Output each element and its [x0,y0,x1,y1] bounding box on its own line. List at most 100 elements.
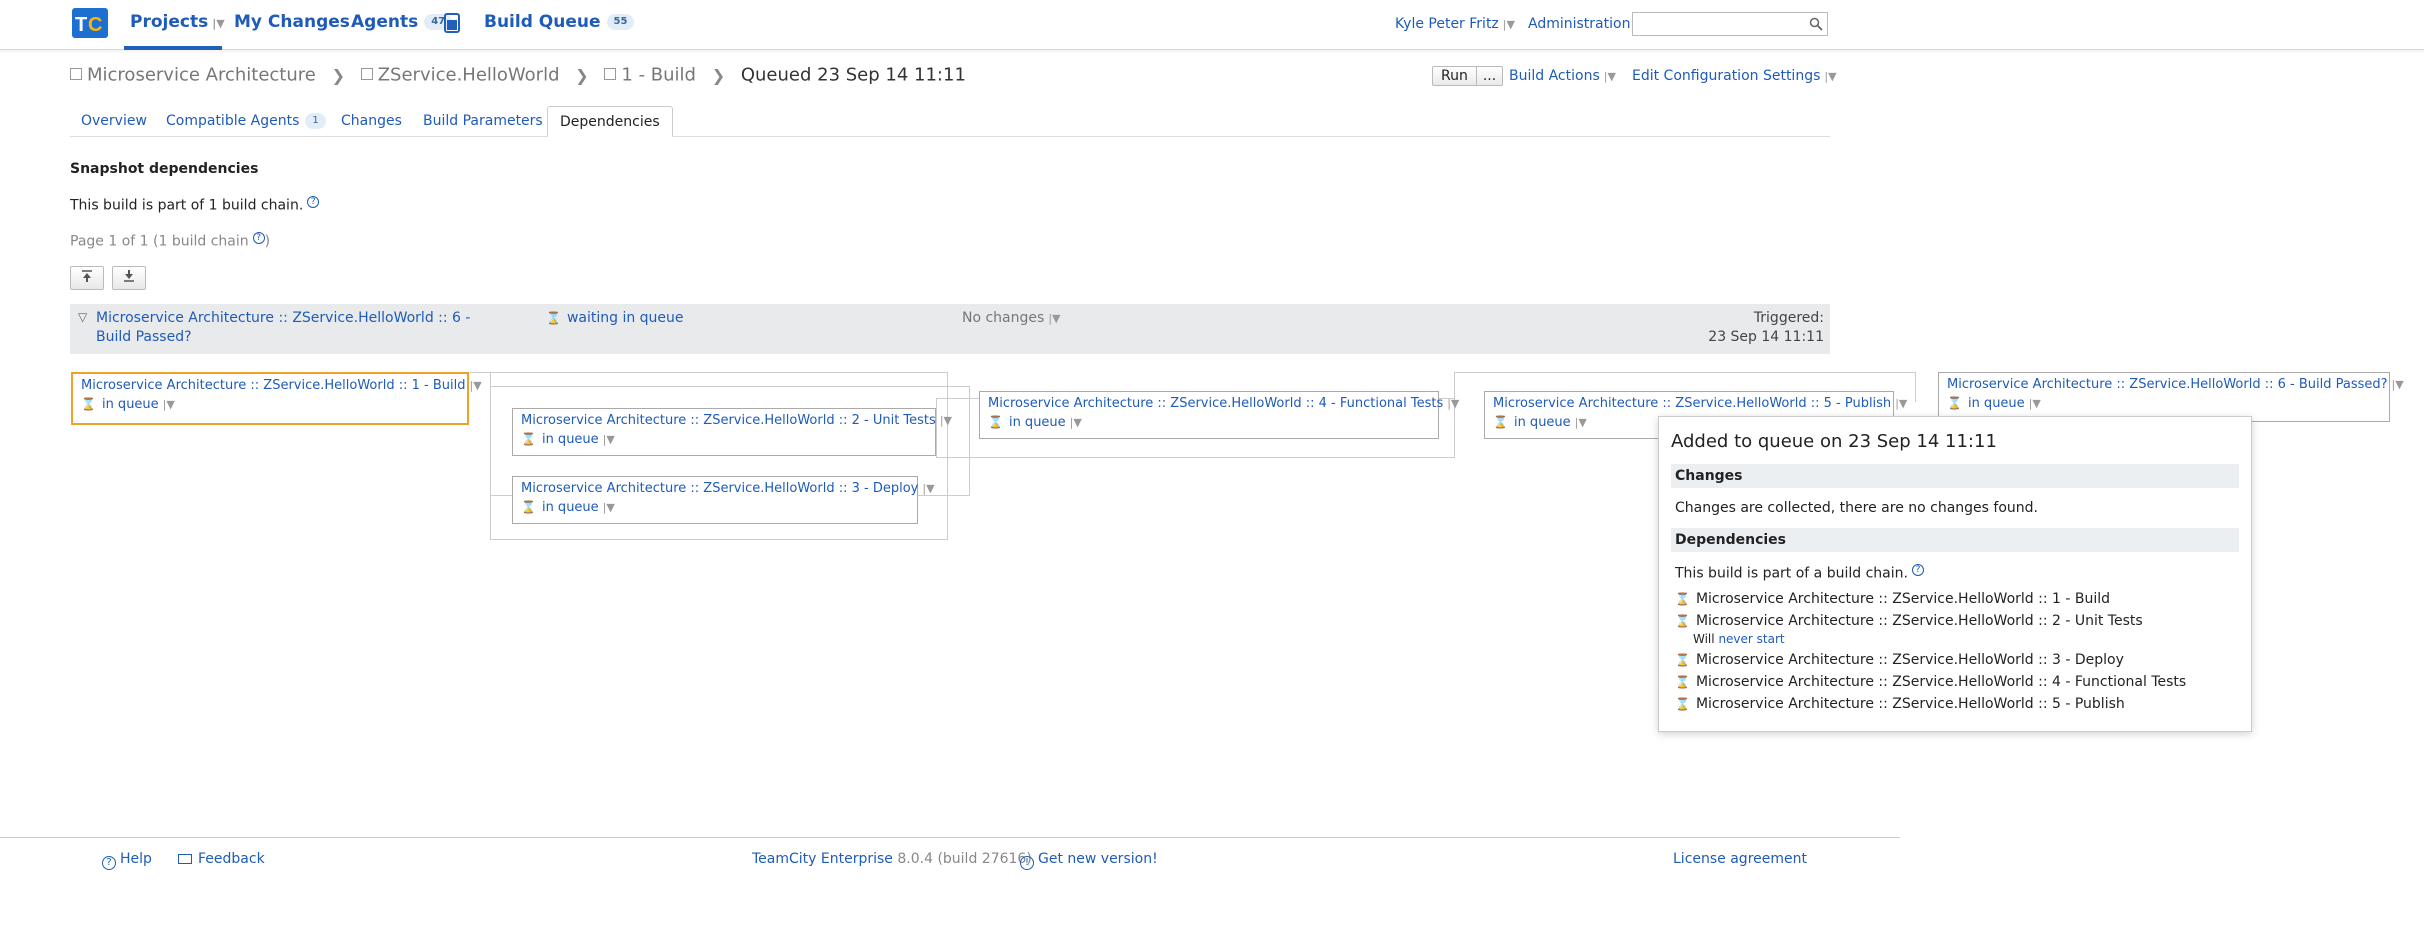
footer-feedback[interactable]: Feedback [178,851,265,867]
search-input[interactable] [1633,13,1803,35]
breadcrumb-build-config-link[interactable]: 1 - Build [621,65,696,86]
build-actions-dropdown-icon[interactable]: |▼ [1604,70,1616,83]
projects-dropdown-icon[interactable]: |▼ [212,17,224,30]
build-actions-menu[interactable]: Build Actions |▼ [1509,68,1616,84]
queue-info-popup: Added to queue on 23 Sep 14 11:11 Change… [1658,416,2252,732]
status-dropdown-icon[interactable]: |▼ [1575,416,1587,429]
chain-status-link[interactable]: waiting in queue [567,310,684,326]
build-node-6[interactable]: Microservice Architecture :: ZService.He… [1938,372,2404,422]
tab-dependencies-label: Dependencies [560,114,660,130]
hourglass-icon: ⌛ [1675,613,1690,628]
node-dropdown-icon[interactable]: |▼ [922,482,934,495]
collapse-all-icon [82,270,92,282]
help-link[interactable]: Help [120,851,152,867]
help-icon[interactable]: ? [252,232,265,244]
build-node-status[interactable]: in queue [102,397,159,412]
tab-overview[interactable]: Overview [81,106,147,137]
new-version-link[interactable]: Get new version! [1038,851,1158,867]
svg-text:C: C [88,14,102,36]
never-start-link[interactable]: never start [1718,632,1784,646]
status-dropdown-icon[interactable]: |▼ [603,433,615,446]
help-circle-icon: ? [102,856,116,870]
edit-config-dropdown-icon[interactable]: |▼ [1824,70,1836,83]
administration-link[interactable]: Administration [1528,16,1630,32]
build-node-name[interactable]: Microservice Architecture :: ZService.He… [1947,377,2388,392]
tab-overview-label: Overview [81,113,147,129]
license-link[interactable]: License agreement [1673,851,1807,867]
build-node-name[interactable]: Microservice Architecture :: ZService.He… [1493,396,1891,411]
build-node-status[interactable]: in queue [1968,396,2025,411]
popup-dependencies-heading: Dependencies [1671,528,2239,552]
page-info-text: Page 1 of 1 (1 build chain [70,233,249,250]
build-node-status[interactable]: in queue [1514,415,1571,430]
collapse-chain-icon[interactable]: ▽ [78,310,87,324]
breadcrumb-separator-icon: ❯ [711,65,726,85]
breadcrumb-subproject-link[interactable]: ZService.HelloWorld [378,65,560,86]
user-name-link[interactable]: Kyle Peter Fritz [1395,16,1499,32]
breadcrumb-project-link[interactable]: Microservice Architecture [87,65,316,86]
hourglass-icon: ⌛ [521,500,536,514]
node-dropdown-icon[interactable]: |▼ [469,379,481,392]
node-dropdown-icon[interactable]: |▼ [940,414,952,427]
nav-my-changes[interactable]: My Changes [234,12,350,32]
collapse-all-button[interactable] [70,266,104,290]
status-dropdown-icon[interactable]: |▼ [1070,416,1082,429]
footer-new-version[interactable]: ! Get new version! [1020,851,1158,870]
tab-dependencies[interactable]: Dependencies [547,106,673,137]
build-node-status[interactable]: in queue [542,500,599,515]
nav-agents[interactable]: Agents 47 [351,12,453,32]
run-options-button[interactable]: ... [1475,67,1502,85]
tab-compatible-agents[interactable]: Compatible Agents 1 [166,106,326,137]
expand-all-button[interactable] [112,266,146,290]
build-node-1[interactable]: Microservice Architecture :: ZService.He… [71,372,482,425]
build-node-2[interactable]: Microservice Architecture :: ZService.He… [512,408,952,456]
mail-icon [178,854,192,864]
build-node-name[interactable]: Microservice Architecture :: ZService.He… [521,481,918,496]
search-icon[interactable] [1809,17,1823,31]
chain-name-link[interactable]: Microservice Architecture :: ZService.He… [96,310,470,345]
build-node-name[interactable]: Microservice Architecture :: ZService.He… [81,378,465,393]
run-button[interactable]: Run [1433,67,1476,85]
build-actions-link[interactable]: Build Actions [1509,68,1600,84]
teamcity-logo-icon[interactable]: T C [72,8,108,38]
compatible-agents-count-badge: 1 [305,113,326,129]
dependency-name: Microservice Architecture :: ZService.He… [1695,612,2143,629]
chain-info: This build is part of 1 build chain.? [70,196,320,214]
hourglass-icon: ⌛ [521,432,536,446]
product-link[interactable]: TeamCity Enterprise [752,851,893,867]
status-dropdown-icon[interactable]: |▼ [163,398,175,411]
dependency-item: ⌛ Microservice Architecture :: ZService.H… [1671,693,2239,715]
node-dropdown-icon[interactable]: |▼ [2392,378,2404,391]
svg-text:T: T [75,14,87,36]
hourglass-icon: ⌛ [1493,415,1508,429]
user-dropdown-icon[interactable]: |▼ [1503,18,1515,31]
build-node-name[interactable]: Microservice Architecture :: ZService.He… [988,396,1443,411]
footer-help[interactable]: ? Help [102,851,152,870]
nav-projects[interactable]: Projects |▼ [130,12,225,32]
help-icon[interactable]: ? [307,196,320,208]
agent-status-icon[interactable] [444,13,460,33]
help-icon[interactable]: ? [1911,564,1924,576]
node-dropdown-icon[interactable]: |▼ [1895,397,1907,410]
nav-build-queue[interactable]: Build Queue 55 [484,12,635,32]
build-node-status[interactable]: in queue [1009,415,1066,430]
build-node-status[interactable]: in queue [542,432,599,447]
breadcrumb: Microservice Architecture ❯ ZService.Hel… [70,64,966,86]
node-dropdown-icon[interactable]: |▼ [1447,397,1459,410]
edit-config-link[interactable]: Edit Configuration Settings [1632,68,1820,84]
chain-summary-row: ▽ Microservice Architecture :: ZService.… [70,304,1830,354]
changes-dropdown-icon[interactable]: |▼ [1048,312,1060,325]
feedback-link[interactable]: Feedback [198,851,265,867]
status-dropdown-icon[interactable]: |▼ [2029,397,2041,410]
dependency-name: Microservice Architecture :: ZService.He… [1695,590,2110,607]
build-node-3[interactable]: Microservice Architecture :: ZService.He… [512,476,935,524]
status-dropdown-icon[interactable]: |▼ [603,501,615,514]
chain-status: ⌛ waiting in queue [546,310,684,326]
edit-config-menu[interactable]: Edit Configuration Settings |▼ [1632,68,1837,84]
user-menu[interactable]: Kyle Peter Fritz |▼ [1395,16,1515,32]
dependency-item: ⌛ Microservice Architecture :: ZService.H… [1671,671,2239,693]
tab-changes[interactable]: Changes [341,106,402,137]
tab-build-parameters[interactable]: Build Parameters [423,106,543,137]
build-node-name[interactable]: Microservice Architecture :: ZService.He… [521,413,936,428]
build-node-4[interactable]: Microservice Architecture :: ZService.He… [979,391,1459,439]
